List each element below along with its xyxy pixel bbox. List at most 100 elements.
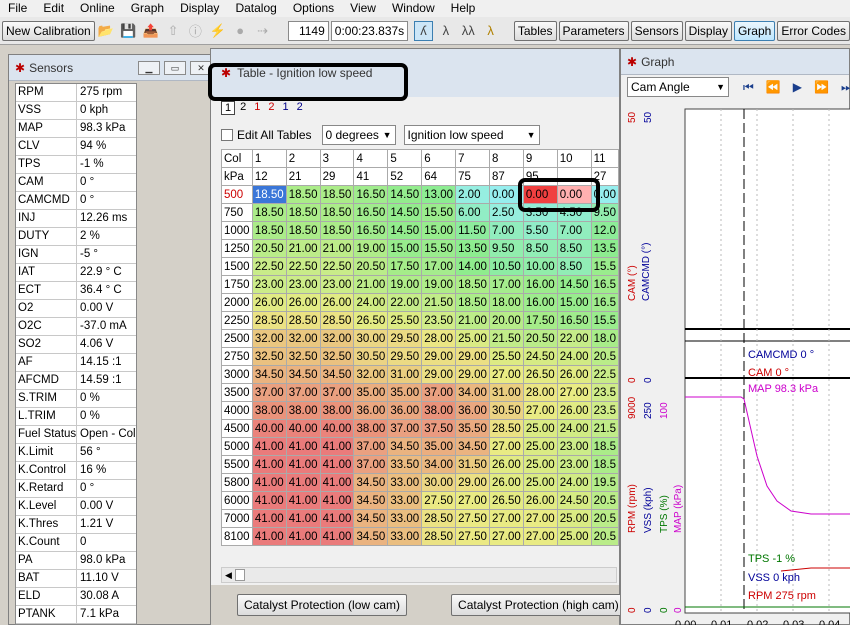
table-cell[interactable]: 29.00 xyxy=(421,365,457,384)
table-cell[interactable]: 27.00 xyxy=(488,365,524,384)
table-cell[interactable]: 9.50 xyxy=(488,239,524,258)
table-cell[interactable]: 21.5 xyxy=(590,419,620,438)
table-cell[interactable]: 37.50 xyxy=(421,419,457,438)
menu-display[interactable]: Display xyxy=(172,0,227,17)
table-cell[interactable]: 5.50 xyxy=(522,221,558,240)
table-cell[interactable]: 18.50 xyxy=(251,203,287,222)
table-cell[interactable]: 17.50 xyxy=(387,257,423,276)
table-cell[interactable]: 34.50 xyxy=(353,527,389,546)
table-cell[interactable]: 16.50 xyxy=(353,185,389,204)
table-cell[interactable]: 10.00 xyxy=(522,257,558,276)
sensor-row[interactable]: INJ 12.26 ms xyxy=(16,210,136,228)
sensor-row[interactable]: RPM 275 rpm xyxy=(16,84,136,102)
table-cell[interactable]: 18.50 xyxy=(319,185,355,204)
table-cell[interactable]: 31.00 xyxy=(387,365,423,384)
table-cell[interactable]: 31.50 xyxy=(455,455,490,474)
table-cell[interactable]: 15.00 xyxy=(387,239,423,258)
sensor-row[interactable]: IAT 22.9 ° C xyxy=(16,264,136,282)
table-cell[interactable]: 29.00 xyxy=(421,347,457,366)
table-cell[interactable]: 22.50 xyxy=(319,257,355,276)
table-cell[interactable]: 27.00 xyxy=(522,527,558,546)
table-cell[interactable]: 8.50 xyxy=(556,257,592,276)
table-tab[interactable]: 2 xyxy=(265,101,277,115)
scroll-left-icon[interactable]: ◀ xyxy=(222,570,235,581)
table-cell[interactable]: 18.0 xyxy=(590,329,620,348)
table-cell[interactable]: 24.00 xyxy=(556,473,592,492)
table-cell[interactable]: 16.00 xyxy=(522,293,558,312)
table-cell[interactable]: 15.5 xyxy=(590,311,620,330)
lightning-icon[interactable]: ⚡ xyxy=(209,21,227,41)
menu-online[interactable]: Online xyxy=(72,0,123,17)
menu-edit[interactable]: Edit xyxy=(35,0,72,17)
sensor-row[interactable]: ECT 36.4 ° C xyxy=(16,282,136,300)
table-cell[interactable]: 14.50 xyxy=(387,221,423,240)
table-cell[interactable]: 22.5 xyxy=(590,365,620,384)
table-cell[interactable]: 41.00 xyxy=(251,455,287,474)
table-cell[interactable]: 26.00 xyxy=(488,455,524,474)
table-cell[interactable]: 18.50 xyxy=(285,185,321,204)
sensor-row[interactable]: ELD 30.08 A xyxy=(16,588,136,606)
sensor-row[interactable]: Fuel Status Open - Cold xyxy=(16,426,136,444)
table-cell[interactable]: 41.00 xyxy=(251,509,287,528)
table-cell[interactable]: 37.00 xyxy=(251,383,287,402)
table-tab[interactable]: 2 xyxy=(294,101,306,115)
table-cell[interactable]: 25.00 xyxy=(455,329,490,348)
table-cell[interactable]: 25.00 xyxy=(522,473,558,492)
table-cell[interactable]: 20.5 xyxy=(590,491,620,510)
sensor-row[interactable]: K.Thres 1.21 V xyxy=(16,516,136,534)
table-cell[interactable]: 23.00 xyxy=(556,455,592,474)
table-cell[interactable]: 34.50 xyxy=(285,365,321,384)
table-cell[interactable]: 14.50 xyxy=(387,185,423,204)
graph-channel-select[interactable]: Cam Angle ▼ xyxy=(627,77,729,97)
table-cell[interactable]: 19.5 xyxy=(590,473,620,492)
info-icon[interactable]: ⓘ xyxy=(186,21,204,41)
table-cell[interactable]: 40.00 xyxy=(285,419,321,438)
table-cell[interactable]: 23.00 xyxy=(319,275,355,294)
table-cell[interactable]: 26.50 xyxy=(488,491,524,510)
sensor-row[interactable]: O2C -37.0 mA xyxy=(16,318,136,336)
table-cell[interactable]: 41.00 xyxy=(251,491,287,510)
table-cell[interactable]: 34.50 xyxy=(319,365,355,384)
table-cell[interactable]: 23.5 xyxy=(590,401,620,420)
menu-graph[interactable]: Graph xyxy=(123,0,172,17)
table-cell[interactable]: 33.00 xyxy=(387,491,423,510)
double-lambda-icon[interactable]: λλ xyxy=(459,21,477,41)
lambda-highlight-icon[interactable]: λ xyxy=(481,21,499,41)
table-cell[interactable]: 41.00 xyxy=(251,527,287,546)
table-cell[interactable]: 21.50 xyxy=(488,329,524,348)
table-cell[interactable]: 30.50 xyxy=(353,347,389,366)
sensor-row[interactable]: SO2 4.06 V xyxy=(16,336,136,354)
rewind-icon[interactable]: ⏪ xyxy=(766,80,781,94)
table-cell[interactable]: 27.00 xyxy=(488,527,524,546)
sensor-row[interactable]: L.TRIM 0 % xyxy=(16,408,136,426)
table-cell[interactable]: 20.50 xyxy=(251,239,287,258)
table-cell[interactable]: 19.00 xyxy=(353,239,389,258)
table-cell[interactable]: 29.50 xyxy=(387,347,423,366)
table-cell[interactable]: 8.50 xyxy=(556,239,592,258)
table-cell[interactable]: 7.00 xyxy=(488,221,524,240)
table-cell[interactable]: 35.00 xyxy=(387,383,423,402)
table-cell[interactable]: 20.5 xyxy=(590,527,620,546)
table-cell[interactable]: 20.50 xyxy=(353,257,389,276)
table-cell[interactable]: 28.50 xyxy=(319,311,355,330)
table-cell[interactable]: 10.50 xyxy=(488,257,524,276)
table-cell[interactable]: 23.00 xyxy=(251,275,287,294)
table-cell[interactable]: 27.00 xyxy=(522,401,558,420)
sensor-row[interactable]: CAM 0 ° xyxy=(16,174,136,192)
table-cell[interactable]: 41.00 xyxy=(251,437,287,456)
table-cell[interactable]: 17.00 xyxy=(488,275,524,294)
table-cell[interactable]: 16.50 xyxy=(556,311,592,330)
table-cell[interactable]: 14.50 xyxy=(556,275,592,294)
table-cell[interactable]: 19.00 xyxy=(387,275,423,294)
table-cell[interactable]: 14.00 xyxy=(455,257,490,276)
sensor-row[interactable]: O2 0.00 V xyxy=(16,300,136,318)
table-cell[interactable]: 37.00 xyxy=(285,383,321,402)
table-cell[interactable]: 34.00 xyxy=(455,383,490,402)
menu-options[interactable]: Options xyxy=(285,0,342,17)
table-cell[interactable]: 22.00 xyxy=(387,293,423,312)
sensors-titlebar[interactable]: ✱ Sensors ▁ ▭ ✕ xyxy=(9,55,212,81)
table-cell[interactable]: 41.00 xyxy=(285,455,321,474)
table-cell[interactable]: 18.50 xyxy=(455,293,490,312)
save-icon[interactable]: 💾 xyxy=(119,21,137,41)
table-cell[interactable]: 28.50 xyxy=(285,311,321,330)
